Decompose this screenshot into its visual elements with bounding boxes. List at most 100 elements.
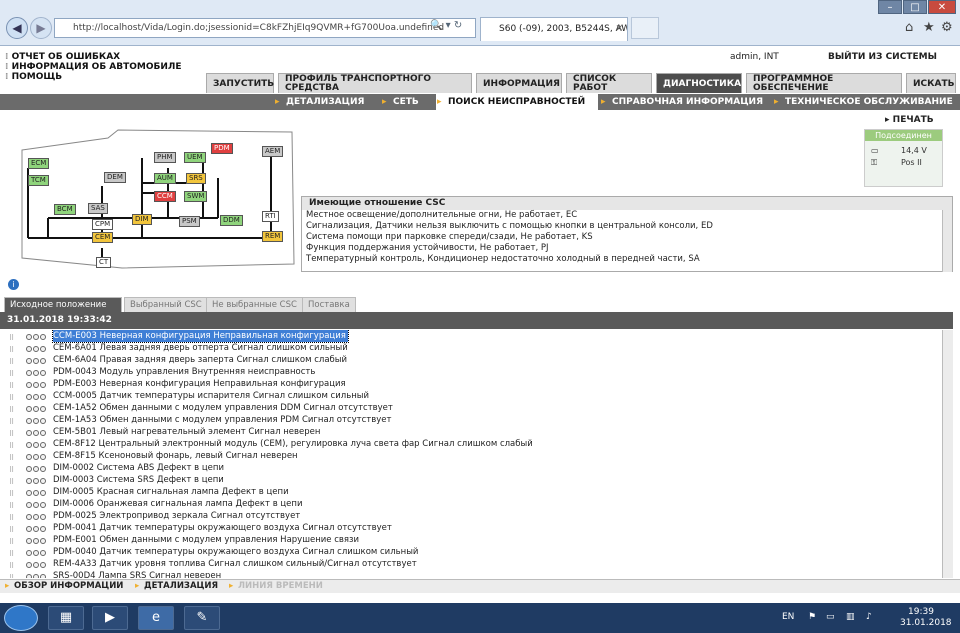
tab-software[interactable]: ПРОГРАММНОЕ ОБЕСПЕЧЕНИЕ bbox=[746, 73, 902, 93]
logout-link[interactable]: ВЫЙТИ ИЗ СИСТЕМЫ bbox=[828, 52, 937, 62]
fault-row[interactable]: ⠿ PDM-0025 Электропривод зеркала Сигнал о… bbox=[0, 510, 942, 522]
tab-start[interactable]: ЗАПУСТИТЬ bbox=[206, 73, 274, 93]
tab-initial-state[interactable]: Исходное положение bbox=[4, 297, 122, 312]
fault-row[interactable]: ⠿ CEM-1A52 Обмен данными с модулем управл… bbox=[0, 402, 942, 414]
tab-vehicle-profile[interactable]: ПРОФИЛЬ ТРАНСПОРТНОГО СРЕДСТВА bbox=[278, 73, 472, 93]
csc-item[interactable]: Функция поддержания устойчивости, Не раб… bbox=[306, 243, 952, 254]
subtab-details[interactable]: ДЕТАЛИЗАЦИЯ bbox=[274, 94, 364, 110]
fault-list-scrollbar[interactable] bbox=[942, 330, 953, 578]
ecu-pdm[interactable]: PDM bbox=[211, 143, 233, 154]
ecu-srs[interactable]: SRS bbox=[186, 173, 206, 184]
fault-row[interactable]: ⠿ CEM-6A04 Правая задняя дверь заперта Си… bbox=[0, 354, 942, 366]
address-bar[interactable]: http://localhost/Vida/Login.do;jsessioni… bbox=[54, 18, 476, 38]
info-icon[interactable]: i bbox=[8, 279, 19, 290]
window-close-icon[interactable]: ✕ bbox=[928, 0, 956, 14]
help-link[interactable]: ПОМОЩЬ bbox=[5, 72, 63, 82]
close-tab-icon[interactable]: ✕ bbox=[615, 18, 623, 40]
csc-item[interactable]: Температурный контроль, Кондиционер недо… bbox=[306, 254, 952, 265]
media-player-icon[interactable]: ▶ bbox=[92, 606, 128, 630]
fault-row[interactable]: ⠿ CEM-5B01 Левый нагревательный элемент С… bbox=[0, 426, 942, 438]
browser-tab[interactable]: S60 (-09), 2003, B5244S, AW... ✕ bbox=[480, 17, 628, 41]
fault-row[interactable]: ⠿ CCM-0005 Датчик температуры испарителя … bbox=[0, 390, 942, 402]
ecu-psm[interactable]: PSM bbox=[179, 216, 200, 227]
tab-delivery[interactable]: Поставка bbox=[302, 297, 356, 312]
csc-item[interactable]: Сигнализация, Датчики нельзя выключить с… bbox=[306, 221, 952, 232]
subtab-reference-info[interactable]: СПРАВОЧНАЯ ИНФОРМАЦИЯ bbox=[600, 94, 763, 110]
tab-work-list[interactable]: СПИСОК РАБОТ bbox=[566, 73, 652, 93]
tray-volume-icon[interactable]: ♪ bbox=[866, 612, 872, 622]
paint-icon[interactable]: ✎ bbox=[184, 606, 220, 630]
internet-explorer-icon[interactable]: e bbox=[138, 606, 174, 630]
new-tab-button[interactable] bbox=[631, 17, 659, 39]
fault-row[interactable]: ⠿ SRS-00D4 Лампа SRS Сигнал неверен bbox=[0, 570, 942, 578]
tray-flag-icon[interactable]: ⚑ bbox=[808, 612, 816, 622]
csc-item[interactable]: Система помощи при парковке спереди/сзад… bbox=[306, 232, 952, 243]
fault-row[interactable]: ⠿ DIM-0003 Система SRS Дефект в цепи bbox=[0, 474, 942, 486]
settings-gear-icon[interactable]: ⚙ bbox=[941, 20, 953, 35]
fault-report-link[interactable]: ОТЧЕТ ОБ ОШИБКАХ bbox=[5, 52, 121, 62]
taskbar-clock[interactable]: 19:39 31.01.2018 bbox=[900, 607, 952, 629]
csc-item[interactable]: Местное освещение/дополнительные огни, Н… bbox=[306, 210, 952, 221]
tab-diagnostics[interactable]: ДИАГНОСТИКА bbox=[656, 73, 742, 93]
fault-row[interactable]: ⠿ DIM-0005 Красная сигнальная лампа Дефек… bbox=[0, 486, 942, 498]
ecu-cem[interactable]: CEM bbox=[92, 232, 114, 243]
explorer-icon[interactable]: ▦ bbox=[48, 606, 84, 630]
fault-text: DIM-0005 Красная сигнальная лампа Дефект… bbox=[53, 487, 289, 497]
language-indicator[interactable]: EN bbox=[782, 612, 794, 622]
fault-code-list: ⠿ CCM-E003 Неверная конфигурация Неправил… bbox=[0, 330, 942, 578]
ecu-ccm[interactable]: CCM bbox=[154, 191, 176, 202]
fault-row[interactable]: ⠿ CEM-1A53 Обмен данными с модулем управл… bbox=[0, 414, 942, 426]
back-icon[interactable]: ◀ bbox=[6, 17, 28, 39]
btab-info-overview[interactable]: ОБЗОР ИНФОРМАЦИИ bbox=[4, 579, 123, 593]
start-button[interactable] bbox=[4, 605, 38, 631]
fault-row[interactable]: ⠿ CEM-8F12 Центральный электронный модуль… bbox=[0, 438, 942, 450]
tab-unselected-csc[interactable]: Не выбранные CSC bbox=[206, 297, 303, 312]
subtab-maintenance[interactable]: ТЕХНИЧЕСКОЕ ОБСЛУЖИВАНИЕ bbox=[773, 94, 953, 110]
tab-search[interactable]: ИСКАТЬ bbox=[906, 73, 956, 93]
btab-details[interactable]: ДЕТАЛИЗАЦИЯ bbox=[134, 579, 218, 593]
minimize-icon[interactable]: – bbox=[878, 0, 902, 14]
ecu-swm[interactable]: SWM bbox=[184, 191, 208, 202]
fault-row[interactable]: ⠿ PDM-0041 Датчик температуры окружающего… bbox=[0, 522, 942, 534]
fault-row[interactable]: ⠿ CEM-6A01 Левая задняя дверь отперта Сиг… bbox=[0, 342, 942, 354]
fault-row[interactable]: ⠿ CEM-8F15 Ксеноновый фонарь, левый Сигна… bbox=[0, 450, 942, 462]
ecu-aum[interactable]: AUM bbox=[154, 173, 176, 184]
ecu-rem[interactable]: REM bbox=[262, 231, 284, 242]
vehicle-info-link[interactable]: ИНФОРМАЦИЯ ОБ АВТОМОБИЛЕ bbox=[5, 62, 182, 72]
fault-row[interactable]: ⠿ PDM-E001 Обмен данными с модулем управл… bbox=[0, 534, 942, 546]
forward-icon[interactable]: ▶ bbox=[30, 17, 52, 39]
subtab-fault-tracing[interactable]: ПОИСК НЕИСПРАВНОСТЕЙ bbox=[436, 94, 598, 110]
fault-row[interactable]: ⠿ REM-4A33 Датчик уровня топлива Сигнал с… bbox=[0, 558, 942, 570]
fault-row[interactable]: ⠿ PDM-E003 Неверная конфигурация Неправил… bbox=[0, 378, 942, 390]
ecu-tcm[interactable]: TCM bbox=[28, 175, 49, 186]
ecu-sas[interactable]: SAS bbox=[88, 203, 108, 214]
fault-row[interactable]: ⠿ CCM-E003 Неверная конфигурация Неправил… bbox=[0, 330, 942, 343]
maximize-icon[interactable]: □ bbox=[903, 0, 927, 14]
ecu-ct[interactable]: CT bbox=[96, 257, 112, 268]
ecu-bcm[interactable]: BCM bbox=[54, 204, 76, 215]
ecu-dim[interactable]: DIM bbox=[132, 214, 152, 225]
csc-scrollbar[interactable] bbox=[942, 210, 952, 272]
tab-information[interactable]: ИНФОРМАЦИЯ bbox=[476, 73, 562, 93]
address-bar-controls[interactable]: 🔍 ▾ ↻ bbox=[430, 20, 462, 31]
tab-selected-csc[interactable]: Выбранный CSC bbox=[124, 297, 208, 312]
fault-row[interactable]: ⠿ DIM-0002 Система ABS Дефект в цепи bbox=[0, 462, 942, 474]
ecu-rti[interactable]: RTI bbox=[262, 211, 279, 222]
fault-row[interactable]: ⠿ DIM-0006 Оранжевая сигнальная лампа Деф… bbox=[0, 498, 942, 510]
home-icon[interactable]: ⌂ bbox=[905, 20, 913, 35]
tray-monitor-icon[interactable]: ▭ bbox=[826, 612, 835, 622]
ecu-phm[interactable]: PHM bbox=[154, 152, 176, 163]
ecu-ddm[interactable]: DDM bbox=[220, 215, 243, 226]
ecu-aem[interactable]: AEM bbox=[262, 146, 284, 157]
subtab-network[interactable]: СЕТЬ bbox=[381, 94, 419, 110]
row-expand-icon[interactable]: ⠿ bbox=[9, 572, 14, 578]
ecu-dem[interactable]: DEM bbox=[104, 172, 126, 183]
ecu-ecm[interactable]: ECM bbox=[28, 158, 50, 169]
print-button[interactable]: ▸ ПЕЧАТЬ bbox=[885, 115, 934, 125]
ecu-uem[interactable]: UEM bbox=[184, 152, 206, 163]
fault-row[interactable]: ⠿ PDM-0040 Датчик температуры окружающего… bbox=[0, 546, 942, 558]
fault-row[interactable]: ⠿ PDM-0043 Модуль управления Внутренняя н… bbox=[0, 366, 942, 378]
tray-network-icon[interactable]: ▥ bbox=[846, 612, 855, 622]
ecu-cpm[interactable]: CPM bbox=[92, 219, 114, 230]
favorites-star-icon[interactable]: ★ bbox=[923, 20, 935, 35]
